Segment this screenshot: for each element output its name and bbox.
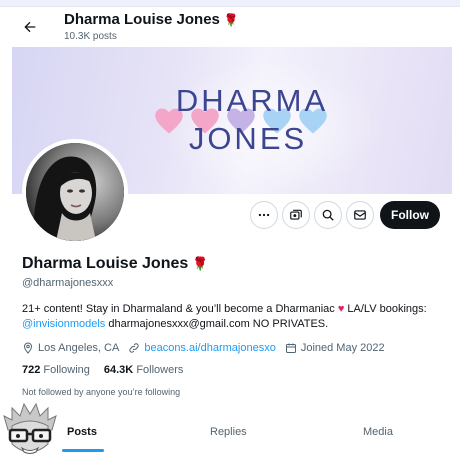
profile-bio: 21+ content! Stay in Dharmaland & you’ll… bbox=[22, 302, 442, 332]
active-tab-indicator bbox=[62, 449, 104, 452]
bio-text-1: 21+ content! Stay in Dharmaland & you’ll… bbox=[22, 303, 338, 315]
joined-text: Joined May 2022 bbox=[300, 342, 385, 354]
rose-icon: 🌹 bbox=[192, 256, 209, 271]
user-handle: @dharmajonesxxx bbox=[22, 277, 114, 289]
followers-label: Followers bbox=[136, 364, 184, 376]
location-text: Los Angeles, CA bbox=[38, 342, 120, 354]
tab-posts[interactable]: Posts bbox=[67, 426, 97, 438]
website-link[interactable]: beacons.ai/dharmajonesxo bbox=[144, 342, 275, 354]
location-pin-icon bbox=[23, 342, 33, 354]
message-icon bbox=[354, 210, 366, 220]
more-icon bbox=[258, 213, 270, 217]
more-button[interactable] bbox=[250, 201, 278, 229]
bio-text-2: LA/LV bookings: bbox=[344, 303, 427, 315]
avatar-photo bbox=[26, 143, 124, 241]
calendar-icon bbox=[285, 343, 296, 353]
rose-icon: 🌹 bbox=[223, 13, 239, 27]
profile-meta: Los Angeles, CA beacons.ai/dharmajonesxo… bbox=[22, 340, 394, 356]
tab-replies[interactable]: Replies bbox=[210, 426, 247, 438]
header-name: Dharma Louise Jones bbox=[64, 11, 220, 28]
header-title: Dharma Louise Jones 🌹 bbox=[64, 11, 239, 28]
window-top-edge bbox=[0, 0, 460, 7]
message-button[interactable] bbox=[346, 201, 374, 229]
nerd-avatar-overlay[interactable] bbox=[0, 400, 60, 460]
search-button[interactable] bbox=[314, 201, 342, 229]
display-name-text: Dharma Louise Jones bbox=[22, 255, 189, 272]
search-icon bbox=[322, 209, 334, 221]
header-posts-count: 10.3K posts bbox=[64, 31, 117, 42]
display-name: Dharma Louise Jones 🌹 bbox=[22, 255, 208, 273]
website: beacons.ai/dharmajonesxo bbox=[128, 342, 276, 354]
bio-mention-link[interactable]: @invisionmodels bbox=[22, 318, 105, 330]
nerd-face-icon bbox=[3, 402, 57, 454]
bio-text-3: dharmajonesxxx@gmail.com NO PRIVATES. bbox=[105, 318, 329, 330]
back-arrow-icon bbox=[24, 21, 36, 33]
tab-media[interactable]: Media bbox=[363, 426, 393, 438]
subscribe-icon bbox=[290, 209, 302, 220]
location: Los Angeles, CA bbox=[22, 342, 119, 354]
following-link[interactable]: 722 Following bbox=[22, 364, 90, 376]
follow-button[interactable]: Follow bbox=[380, 201, 440, 229]
profile-tabs: Posts Replies Media bbox=[12, 415, 452, 455]
following-label: Following bbox=[43, 364, 90, 376]
join-date: Joined May 2022 bbox=[285, 342, 385, 354]
link-icon bbox=[129, 343, 139, 353]
subscribe-button[interactable] bbox=[282, 201, 310, 229]
banner-line-2: JONES bbox=[188, 121, 308, 156]
avatar[interactable] bbox=[22, 139, 128, 245]
banner-line-1: DHARMA bbox=[175, 83, 329, 118]
followed-by-text: Not followed by anyone you’re following bbox=[22, 387, 181, 397]
profile-header: Dharma Louise Jones 🌹 10.3K posts bbox=[12, 7, 452, 47]
follow-stats: 722 Following 64.3K Followers bbox=[22, 364, 183, 376]
following-count: 722 bbox=[22, 364, 41, 376]
followers-count: 64.3K bbox=[103, 364, 134, 376]
followers-link[interactable]: 64.3K Followers bbox=[104, 364, 184, 376]
back-button[interactable] bbox=[18, 15, 42, 39]
